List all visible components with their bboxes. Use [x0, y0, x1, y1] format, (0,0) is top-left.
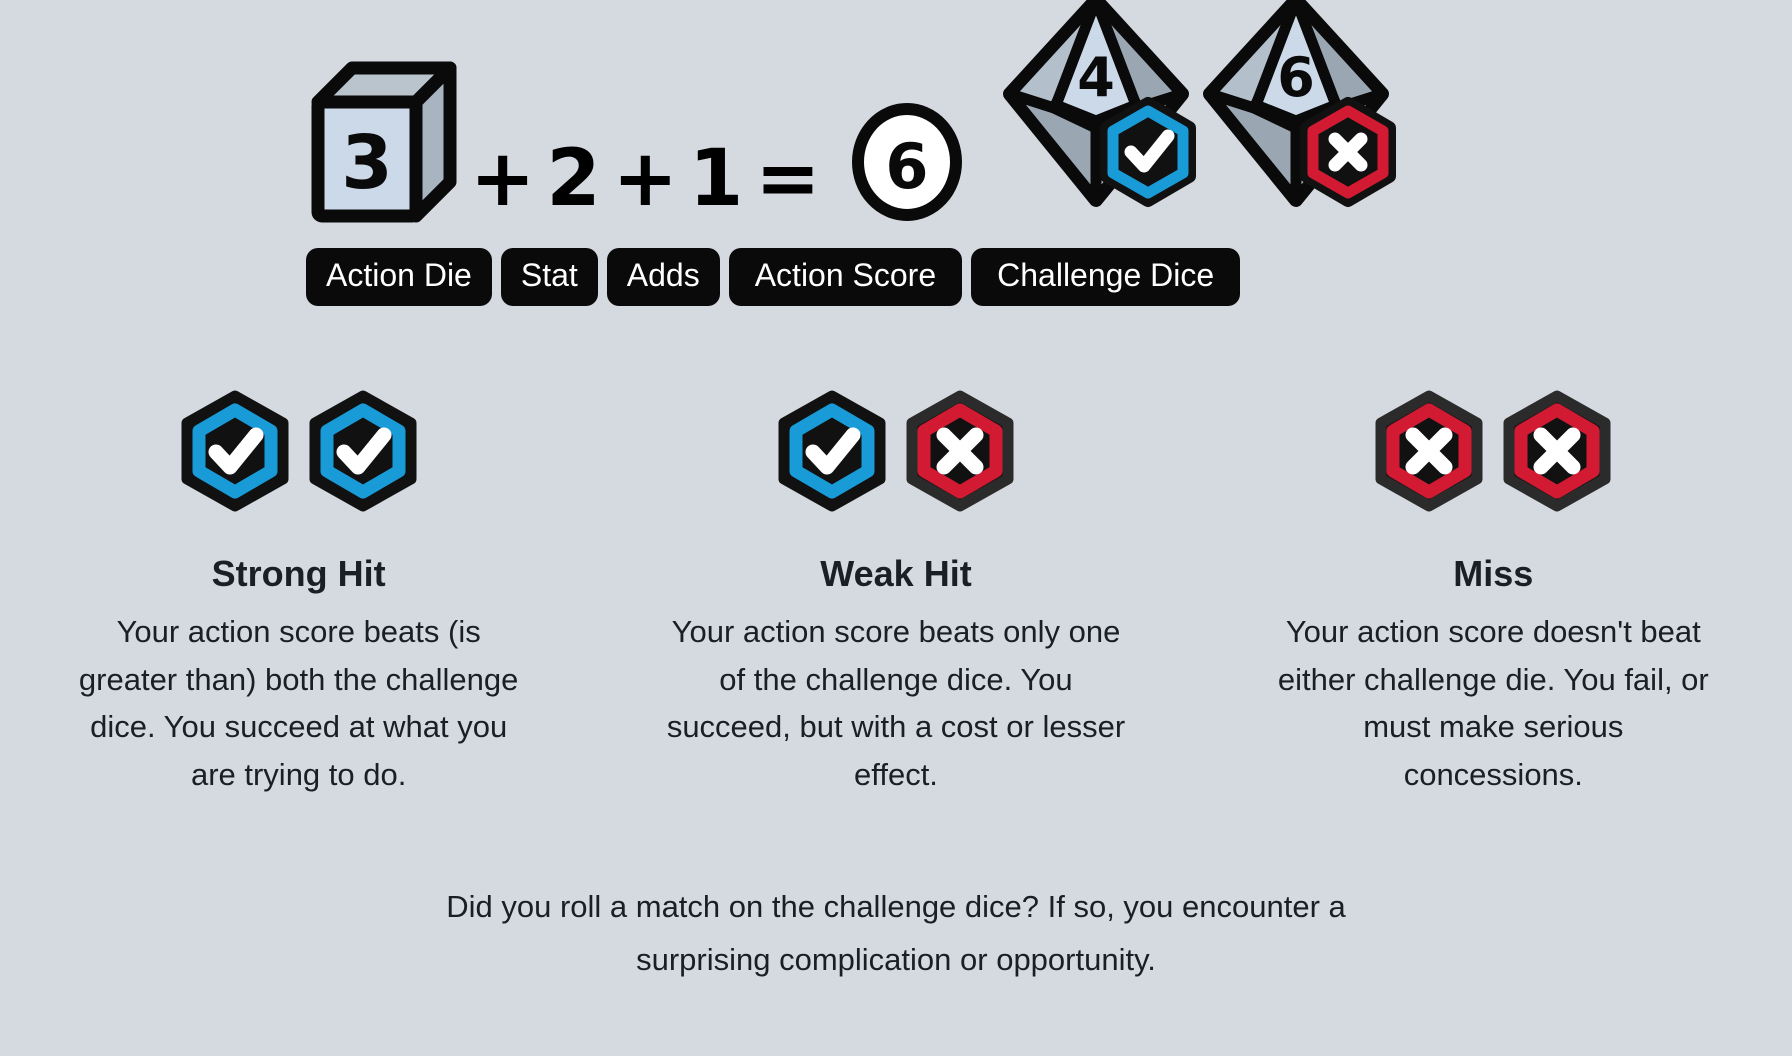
outcome-strong-hit: Strong Hit Your action score beats (is g…: [0, 390, 597, 799]
x-icon: [1328, 132, 1368, 172]
plus-operator-2: +: [612, 134, 678, 224]
hex-badge-x-1: [906, 390, 1014, 512]
formula-row: 3 + 2 + 1 = 6 4 6: [300, 0, 1426, 270]
formula-section: 3 + 2 + 1 = 6 4 6 Action Die Stat Adds A…: [0, 0, 1792, 340]
equals-operator: =: [755, 134, 820, 224]
challenge-die-1-value: 4: [1077, 46, 1115, 109]
hex-badge-check-3: [778, 390, 886, 512]
hex-badge-check-1: [181, 390, 289, 512]
outcome-desc-weak-hit: Your action score beats only one of the …: [666, 614, 1126, 793]
plus-operator-1: +: [470, 134, 535, 224]
footer-line-1: Did you roll a match on the challenge di…: [446, 889, 1346, 924]
hex-badge-x-2: [1375, 390, 1483, 512]
hex-badge-x-3: [1503, 390, 1611, 512]
label-adds: Adds: [606, 248, 720, 306]
footer-line-2: surprising complication or opportunity.: [636, 942, 1156, 978]
hex-badge-check-2: [309, 390, 417, 512]
outcome-title-miss: Miss: [1453, 553, 1534, 594]
challenge-dice-group: 4 6: [996, 0, 1426, 270]
outcome-title-strong-hit: Strong Hit: [211, 553, 386, 594]
outcome-weak-hit: Weak Hit Your action score beats only on…: [597, 390, 1194, 799]
challenge-dice-icon: 4 6: [1002, 0, 1396, 207]
stat-value: 2: [546, 134, 601, 224]
label-pill-row: Action Die Stat Adds Action Score Challe…: [306, 248, 1241, 306]
label-action-score: Action Score: [728, 248, 963, 306]
label-challenge-dice: Challenge Dice: [971, 248, 1241, 306]
label-stat: Stat: [500, 248, 598, 306]
outcomes-section: Strong Hit Your action score beats (is g…: [0, 390, 1792, 799]
strong-hit-badges: [176, 390, 422, 512]
challenge-die-2-marker: [1299, 97, 1396, 207]
circle-score-icon: 6: [851, 103, 962, 221]
challenge-die-2-value: 6: [1277, 46, 1315, 109]
label-action-die: Action Die: [306, 248, 492, 306]
cube-die-icon: 3: [311, 61, 457, 223]
challenge-die-1-marker: [1099, 97, 1196, 207]
miss-badges: [1370, 390, 1616, 512]
outcome-title-weak-hit: Weak Hit: [820, 553, 972, 594]
action-die-value: 3: [341, 120, 393, 206]
outcome-desc-miss: Your action score doesn't beat either ch…: [1277, 614, 1709, 793]
weak-hit-badges: [773, 390, 1019, 512]
action-die-cube: 3: [300, 50, 460, 270]
outcome-desc-strong-hit: Your action score beats (is greater than…: [78, 614, 519, 793]
action-score-value: 6: [885, 130, 928, 203]
outcome-miss: Miss Your action score doesn't beat eith…: [1195, 390, 1792, 799]
footer-note: Did you roll a match on the challenge di…: [0, 880, 1792, 987]
action-score-circle: 6: [848, 50, 966, 270]
adds-value: 1: [689, 134, 744, 224]
